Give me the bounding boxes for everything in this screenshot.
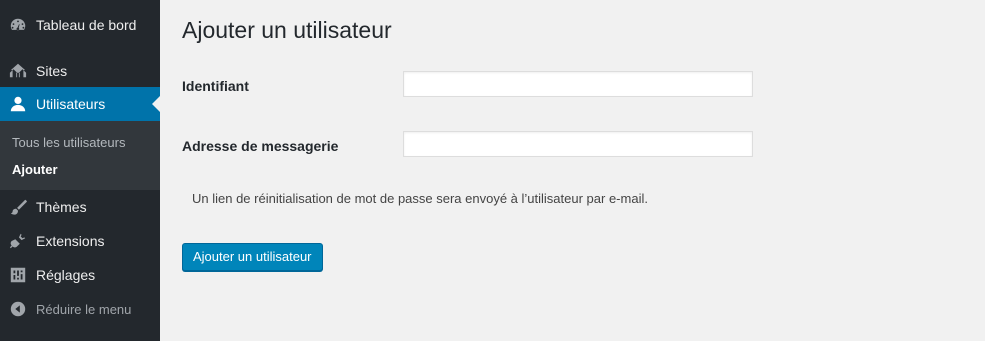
sidebar-item-sites[interactable]: Sites xyxy=(0,54,160,88)
plugin-icon xyxy=(8,231,28,251)
sidebar-item-themes[interactable]: Thèmes xyxy=(0,190,160,224)
sidebar-item-dashboard[interactable]: Tableau de bord xyxy=(0,8,160,42)
sidebar-item-settings[interactable]: Réglages xyxy=(0,258,160,292)
submenu-item-all-users[interactable]: Tous les utilisateurs xyxy=(12,135,125,150)
sidebar-item-label: Sites xyxy=(36,63,68,79)
collapse-menu-label: Réduire le menu xyxy=(36,301,132,317)
brush-icon xyxy=(8,197,28,217)
username-label: Identifiant xyxy=(182,78,249,94)
settings-icon xyxy=(8,265,28,285)
dashboard-icon xyxy=(8,15,28,35)
sidebar-item-label: Thèmes xyxy=(36,199,87,215)
sites-icon xyxy=(8,61,28,81)
sidebar-item-label: Tableau de bord xyxy=(36,17,137,33)
add-user-button[interactable]: Ajouter un utilisateur xyxy=(182,243,323,271)
collapse-menu-button[interactable]: Réduire le menu xyxy=(0,292,160,326)
username-input[interactable] xyxy=(403,71,753,97)
sidebar-item-users[interactable]: Utilisateurs xyxy=(0,87,160,121)
sidebar-item-extensions[interactable]: Extensions xyxy=(0,224,160,258)
admin-sidebar: Tableau de bord Sites Utilisateurs Tous … xyxy=(0,0,160,341)
submenu-item-add-new[interactable]: Ajouter xyxy=(12,162,58,177)
sidebar-item-label: Extensions xyxy=(36,233,105,249)
sidebar-item-label: Réglages xyxy=(36,267,96,283)
users-submenu: Tous les utilisateurs Ajouter xyxy=(0,121,160,190)
collapse-arrow-icon xyxy=(8,299,28,319)
email-input[interactable] xyxy=(403,131,753,157)
current-menu-arrow xyxy=(152,96,160,112)
email-label: Adresse de messagerie xyxy=(182,138,339,154)
sidebar-item-label: Utilisateurs xyxy=(36,96,106,112)
users-icon xyxy=(8,94,28,114)
page-title: Ajouter un utilisateur xyxy=(182,17,392,43)
password-reset-note: Un lien de réinitialisation de mot de pa… xyxy=(192,191,648,206)
